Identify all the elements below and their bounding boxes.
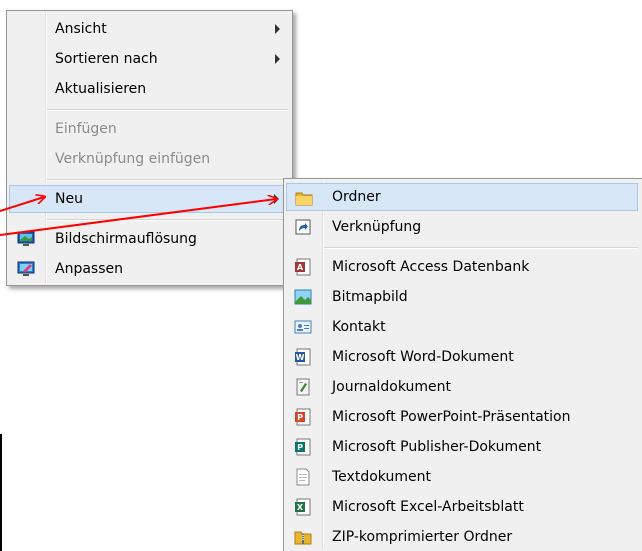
menu-separator <box>324 247 638 249</box>
menu-item-label: Bitmapbild <box>332 289 408 305</box>
menu-item-label: Einfügen <box>55 121 117 137</box>
menu-item-label: Microsoft Access Datenbank <box>332 259 530 275</box>
word-icon: W <box>295 348 311 366</box>
menu-item-label: Microsoft Publisher-Dokument <box>332 439 542 455</box>
excel-icon: X <box>295 498 311 516</box>
submenu-item-journal[interactable]: Journaldokument <box>286 373 640 401</box>
menu-item-label: ZIP-komprimierter Ordner <box>332 529 513 545</box>
submenu-item-publisher[interactable]: P Microsoft Publisher-Dokument <box>286 433 640 461</box>
new-submenu: Ordner Verknüpfung A Microsoft Access Da… <box>283 178 642 551</box>
svg-text:X: X <box>297 503 304 512</box>
menu-item-label: Sortieren nach <box>55 51 158 67</box>
submenu-item-bitmapbild[interactable]: Bitmapbild <box>286 283 640 311</box>
menu-separator <box>47 179 288 181</box>
publisher-icon: P <box>295 438 311 456</box>
contact-icon <box>294 320 312 334</box>
svg-text:A: A <box>297 263 304 272</box>
bitmap-icon <box>294 289 312 305</box>
menu-item-label: Kontakt <box>332 319 386 335</box>
submenu-item-word[interactable]: W Microsoft Word-Dokument <box>286 343 640 371</box>
menu-item-label: Ordner <box>332 189 381 205</box>
menu-item-anpassen[interactable]: Anpassen <box>9 255 290 283</box>
background-window-edge <box>0 434 2 551</box>
menu-item-label: Aktualisieren <box>55 81 147 97</box>
submenu-item-excel[interactable]: X Microsoft Excel-Arbeitsblatt <box>286 493 640 521</box>
svg-text:P: P <box>297 413 303 422</box>
text-document-icon <box>296 468 310 486</box>
submenu-item-kontakt[interactable]: Kontakt <box>286 313 640 341</box>
display-icon <box>17 231 35 246</box>
menu-item-label: Journaldokument <box>332 379 452 395</box>
submenu-item-textdokument[interactable]: Textdokument <box>286 463 640 491</box>
menu-separator <box>47 219 288 221</box>
svg-text:W: W <box>296 353 305 362</box>
menu-item-einfuegen: Einfügen <box>9 115 290 143</box>
menu-item-label: Microsoft Word-Dokument <box>332 349 514 365</box>
personalize-icon <box>17 261 35 276</box>
menu-item-label: Microsoft PowerPoint-Präsentation <box>332 409 571 425</box>
menu-item-label: Ansicht <box>55 21 107 37</box>
zip-folder-icon <box>294 531 312 545</box>
submenu-item-powerpoint[interactable]: P Microsoft PowerPoint-Präsentation <box>286 403 640 431</box>
menu-item-label: Microsoft Excel-Arbeitsblatt <box>332 499 524 515</box>
menu-item-bildschirmaufloesung[interactable]: Bildschirmauflösung <box>9 225 290 253</box>
submenu-arrow-icon <box>274 194 279 204</box>
submenu-item-verknuepfung[interactable]: Verknüpfung <box>286 213 640 241</box>
folder-icon <box>295 192 313 206</box>
submenu-item-access[interactable]: A Microsoft Access Datenbank <box>286 253 640 281</box>
desktop-context-menu: Ansicht Sortieren nach Aktualisieren Ein… <box>6 10 293 286</box>
menu-item-label: Verknüpfung <box>332 219 422 235</box>
menu-item-label: Neu <box>55 191 83 207</box>
journal-icon <box>296 378 310 396</box>
access-icon: A <box>295 258 311 276</box>
shortcut-icon <box>295 219 311 235</box>
powerpoint-icon: P <box>295 408 311 426</box>
submenu-item-ordner[interactable]: Ordner <box>286 183 638 211</box>
menu-separator <box>47 109 288 111</box>
menu-item-aktualisieren[interactable]: Aktualisieren <box>9 75 290 103</box>
menu-item-neu[interactable]: Neu <box>9 185 290 213</box>
menu-item-label: Anpassen <box>55 261 123 277</box>
submenu-arrow-icon <box>275 24 280 34</box>
submenu-arrow-icon <box>275 54 280 64</box>
menu-item-label: Verknüpfung einfügen <box>55 151 211 167</box>
menu-item-ansicht[interactable]: Ansicht <box>9 15 290 43</box>
svg-text:P: P <box>297 443 303 452</box>
menu-item-label: Textdokument <box>332 469 431 485</box>
submenu-item-zip-ordner[interactable]: ZIP-komprimierter Ordner <box>286 523 640 551</box>
menu-item-sortieren-nach[interactable]: Sortieren nach <box>9 45 290 73</box>
menu-item-verknuepfung-einfuegen: Verknüpfung einfügen <box>9 145 290 173</box>
menu-item-label: Bildschirmauflösung <box>55 231 197 247</box>
